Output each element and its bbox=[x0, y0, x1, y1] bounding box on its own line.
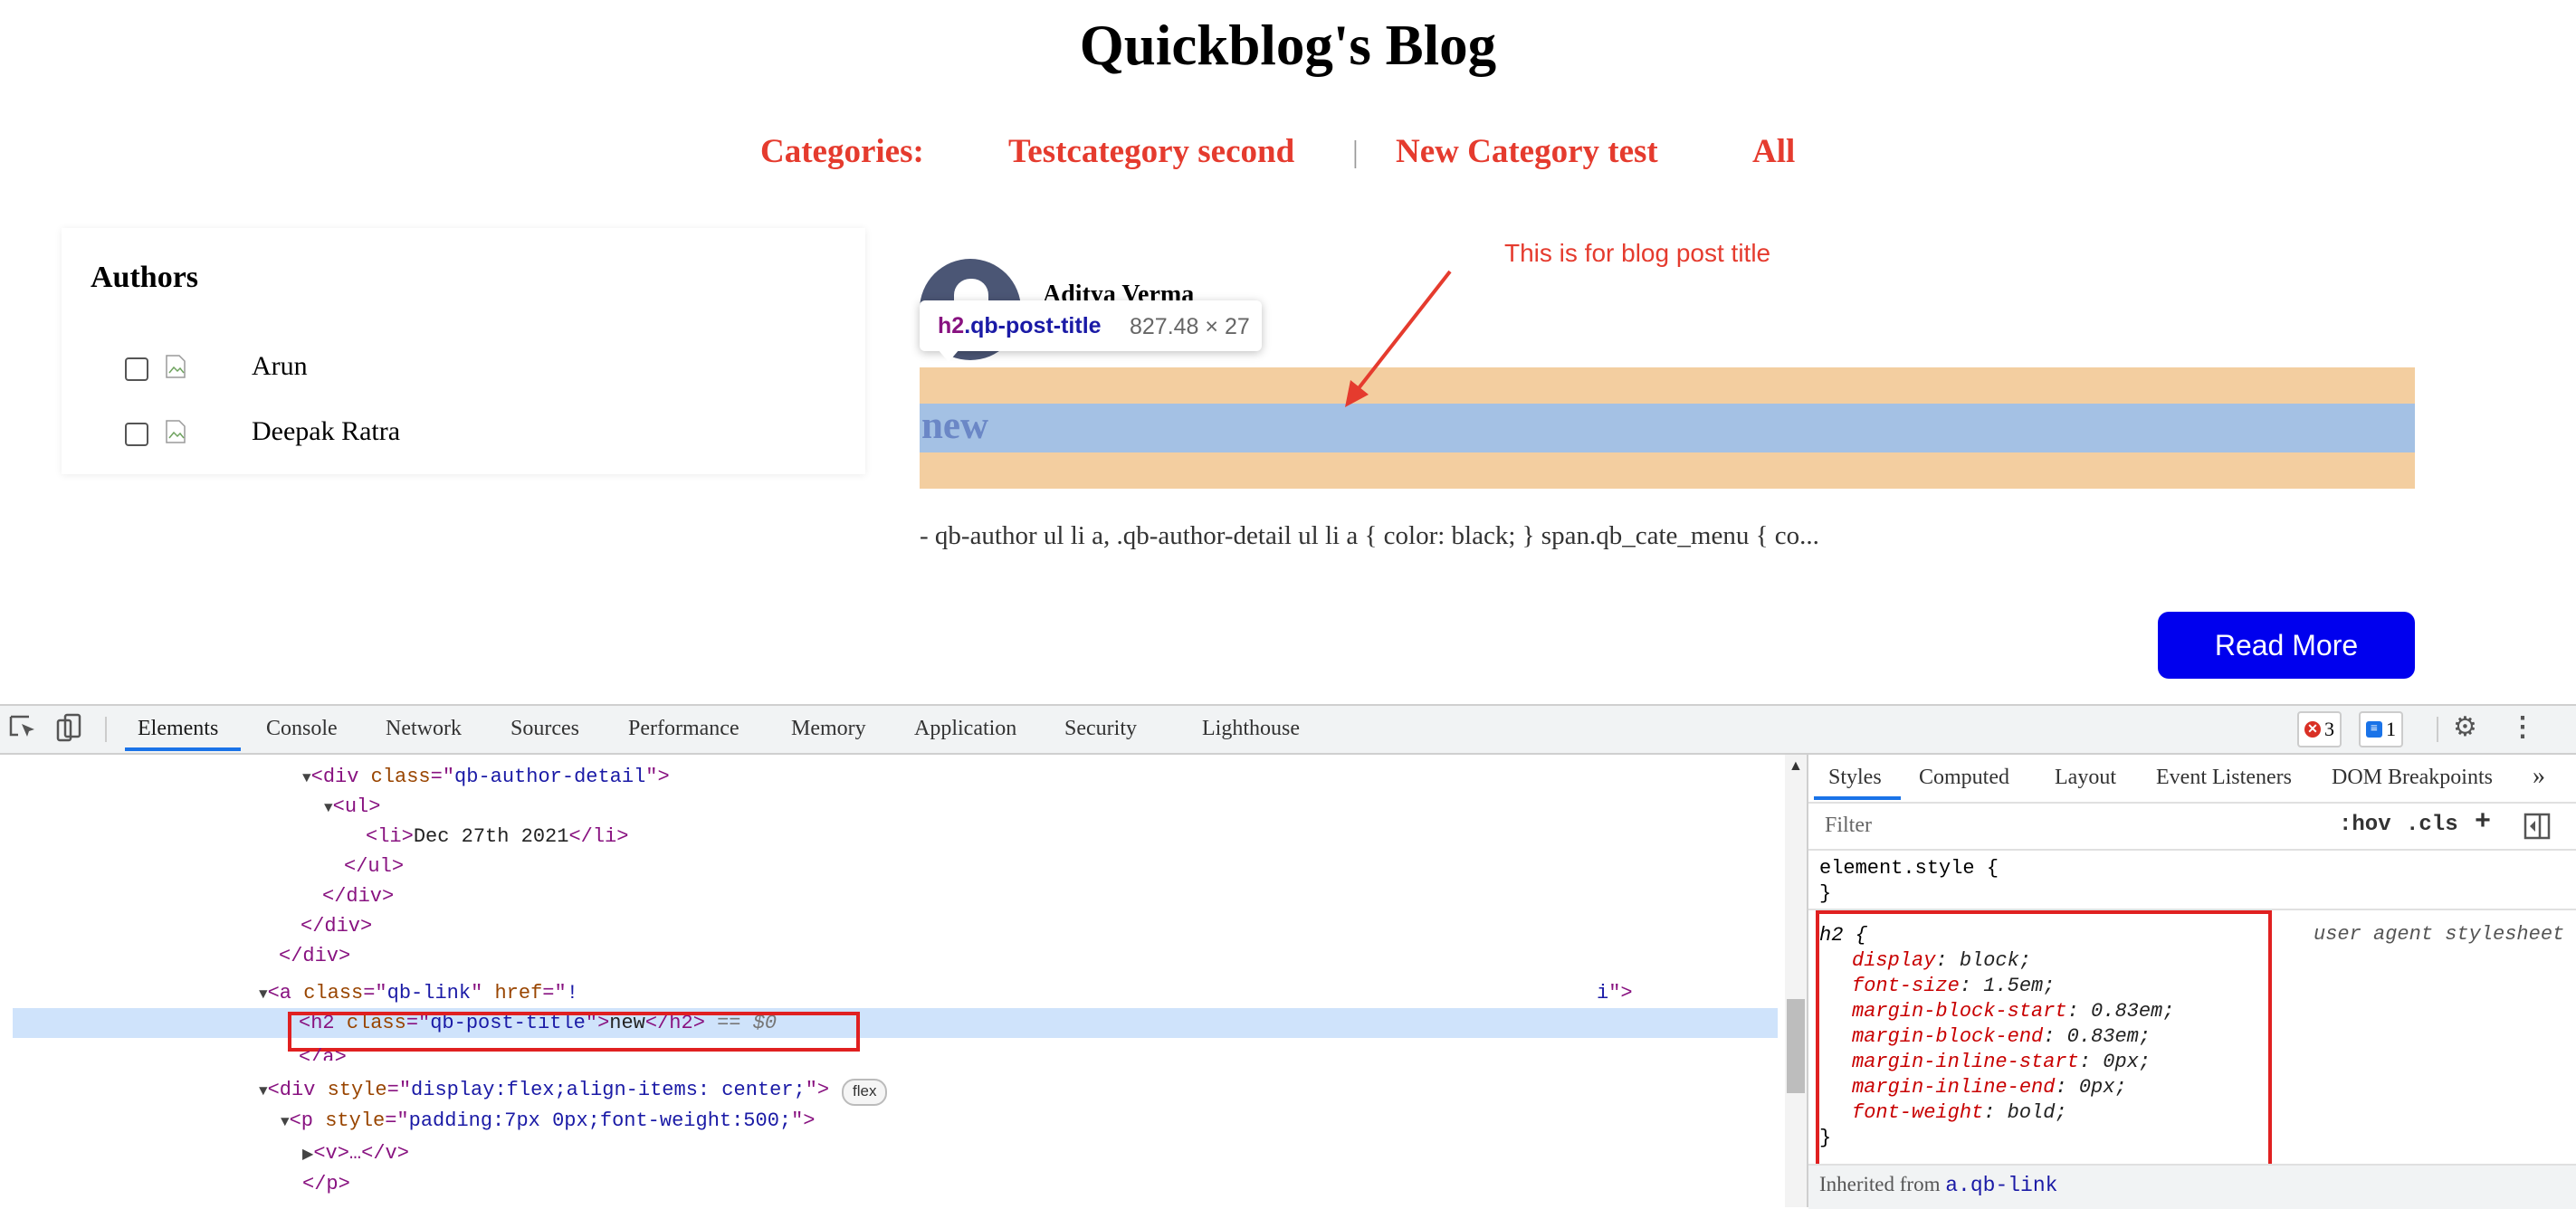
selected-dom-row[interactable] bbox=[13, 1008, 1778, 1038]
more-options-icon[interactable]: ⋮ bbox=[2509, 711, 2536, 743]
dom-node[interactable]: </ul> bbox=[344, 852, 404, 881]
post-excerpt: - qb-author ul li a, .qb-author-detail u… bbox=[920, 521, 1819, 550]
dom-node-link-end: i"> bbox=[1597, 982, 1633, 1004]
element-style-close: } bbox=[1819, 882, 1832, 905]
dom-node[interactable]: <li>Dec 27th 2021</li> bbox=[366, 822, 628, 852]
styles-active-indicator bbox=[1814, 796, 1901, 800]
broken-image-icon bbox=[166, 355, 186, 378]
dom-node[interactable]: </p> bbox=[302, 1169, 350, 1199]
h2-content-highlight bbox=[920, 404, 2415, 452]
site-title: Quickblog's Blog bbox=[1079, 14, 1497, 77]
category-separator: | bbox=[1352, 136, 1359, 169]
scroll-up-arrow-icon[interactable]: ▲ bbox=[1789, 758, 1803, 775]
post-title[interactable]: new bbox=[921, 404, 988, 448]
highlight-box-h2 bbox=[288, 1012, 860, 1052]
tooltip-class: .qb-post-title bbox=[964, 313, 1102, 338]
element-style-rule[interactable]: element.style { bbox=[1819, 856, 1999, 881]
dom-node[interactable]: </div> bbox=[322, 881, 394, 911]
category-link-new-category-test[interactable]: New Category test bbox=[1396, 132, 1658, 171]
tooltip-tag: h2 bbox=[938, 313, 965, 338]
devtools-tab-performance[interactable]: Performance bbox=[628, 717, 739, 741]
toggle-sidebar-icon[interactable] bbox=[2524, 813, 2551, 840]
styles-tab-styles[interactable]: Styles bbox=[1828, 766, 1882, 790]
tooltip-caret bbox=[938, 349, 959, 362]
toolbar-divider bbox=[105, 717, 107, 742]
dom-node[interactable]: </div> bbox=[279, 941, 350, 971]
more-tabs-icon[interactable]: » bbox=[2533, 762, 2545, 791]
messages-badge[interactable]: ≡ 1 bbox=[2359, 711, 2403, 747]
class-toggle[interactable]: .cls bbox=[2406, 813, 2458, 837]
dom-node[interactable]: ▼<ul> bbox=[324, 792, 380, 822]
devtools-tab-security[interactable]: Security bbox=[1064, 717, 1137, 741]
devtools-tab-memory[interactable]: Memory bbox=[791, 717, 866, 741]
devtools-tab-sources[interactable]: Sources bbox=[510, 717, 579, 741]
toolbar-divider bbox=[2437, 717, 2438, 742]
settings-gear-icon[interactable]: ⚙ bbox=[2453, 711, 2477, 743]
dom-node-flex-div[interactable]: ▼<div style="display:flex;align-items: c… bbox=[259, 1075, 829, 1105]
inspector-tooltip: h2.qb-post-title 827.48 × 27 bbox=[920, 300, 1262, 351]
flex-badge[interactable]: flex bbox=[842, 1079, 888, 1106]
user-agent-stylesheet-label: user agent stylesheet bbox=[2314, 923, 2565, 946]
inherited-from-label: Inherited from a.qb-link bbox=[1819, 1173, 2058, 1197]
author-name: Deepak Ratra bbox=[252, 416, 401, 446]
broken-image-icon bbox=[166, 420, 186, 443]
annotation-text: This is for blog post title bbox=[1504, 239, 1771, 267]
dom-node[interactable]: </div> bbox=[301, 911, 372, 941]
devtools-tab-lighthouse[interactable]: Lighthouse bbox=[1202, 717, 1300, 741]
category-link-testcategory-second[interactable]: Testcategory second bbox=[1008, 132, 1294, 171]
dom-node-v[interactable]: ▶<v>…</v> bbox=[302, 1138, 409, 1168]
devtools-tab-console[interactable]: Console bbox=[266, 717, 338, 741]
category-link-all[interactable]: All bbox=[1752, 132, 1795, 171]
devtools-tab-application[interactable]: Application bbox=[914, 717, 1016, 741]
errors-count: 3 bbox=[2324, 718, 2334, 740]
annotation-arrow-icon bbox=[1345, 270, 1452, 407]
tooltip-dimensions: 827.48 × 27 bbox=[1130, 314, 1250, 339]
styles-tab-event-listeners[interactable]: Event Listeners bbox=[2156, 766, 2292, 790]
post-author-name: Aditya Verma bbox=[1043, 281, 1195, 302]
errors-badge[interactable]: ✕ 3 bbox=[2297, 711, 2342, 747]
dom-node[interactable]: </a> bbox=[299, 1042, 347, 1061]
devtools-tab-network[interactable]: Network bbox=[386, 717, 462, 741]
author-checkbox[interactable] bbox=[125, 357, 148, 381]
hover-state-toggle[interactable]: :hov bbox=[2339, 813, 2391, 837]
dom-scroll-thumb[interactable] bbox=[1787, 999, 1805, 1093]
message-icon: ≡ bbox=[2366, 721, 2382, 738]
devtools-tab-elements[interactable]: Elements bbox=[138, 717, 218, 741]
highlight-box-styles bbox=[1816, 910, 2272, 1175]
dom-node[interactable]: ▼<div class="qb-author-detail"> bbox=[302, 762, 670, 792]
device-toolbar-icon[interactable] bbox=[54, 713, 85, 744]
read-more-button[interactable]: Read More bbox=[2158, 612, 2415, 679]
new-rule-plus-icon[interactable]: + bbox=[2475, 807, 2491, 838]
dom-scrollbar[interactable] bbox=[1785, 755, 1807, 1207]
dom-node-link[interactable]: ▼<a class="qb-link" href="! bbox=[259, 978, 578, 1008]
author-name: Arun bbox=[252, 351, 308, 381]
inherited-link[interactable]: a.qb-link bbox=[1945, 1174, 2057, 1197]
active-tab-indicator bbox=[125, 747, 241, 751]
authors-title: Authors bbox=[91, 261, 199, 294]
inspect-element-icon[interactable] bbox=[9, 713, 40, 744]
styles-tab-computed[interactable]: Computed bbox=[1919, 766, 2009, 790]
categories-label: Categories: bbox=[760, 133, 924, 170]
messages-count: 1 bbox=[2386, 718, 2396, 740]
styles-tab-layout[interactable]: Layout bbox=[2055, 766, 2116, 790]
styles-filter-input[interactable]: Filter bbox=[1814, 805, 2321, 845]
styles-tab-dom-breakpoints[interactable]: DOM Breakpoints bbox=[2332, 766, 2493, 790]
dom-node-p[interactable]: ▼<p style="padding:7px 0px;font-weight:5… bbox=[281, 1106, 816, 1136]
author-checkbox[interactable] bbox=[125, 423, 148, 446]
error-icon: ✕ bbox=[2304, 721, 2321, 738]
